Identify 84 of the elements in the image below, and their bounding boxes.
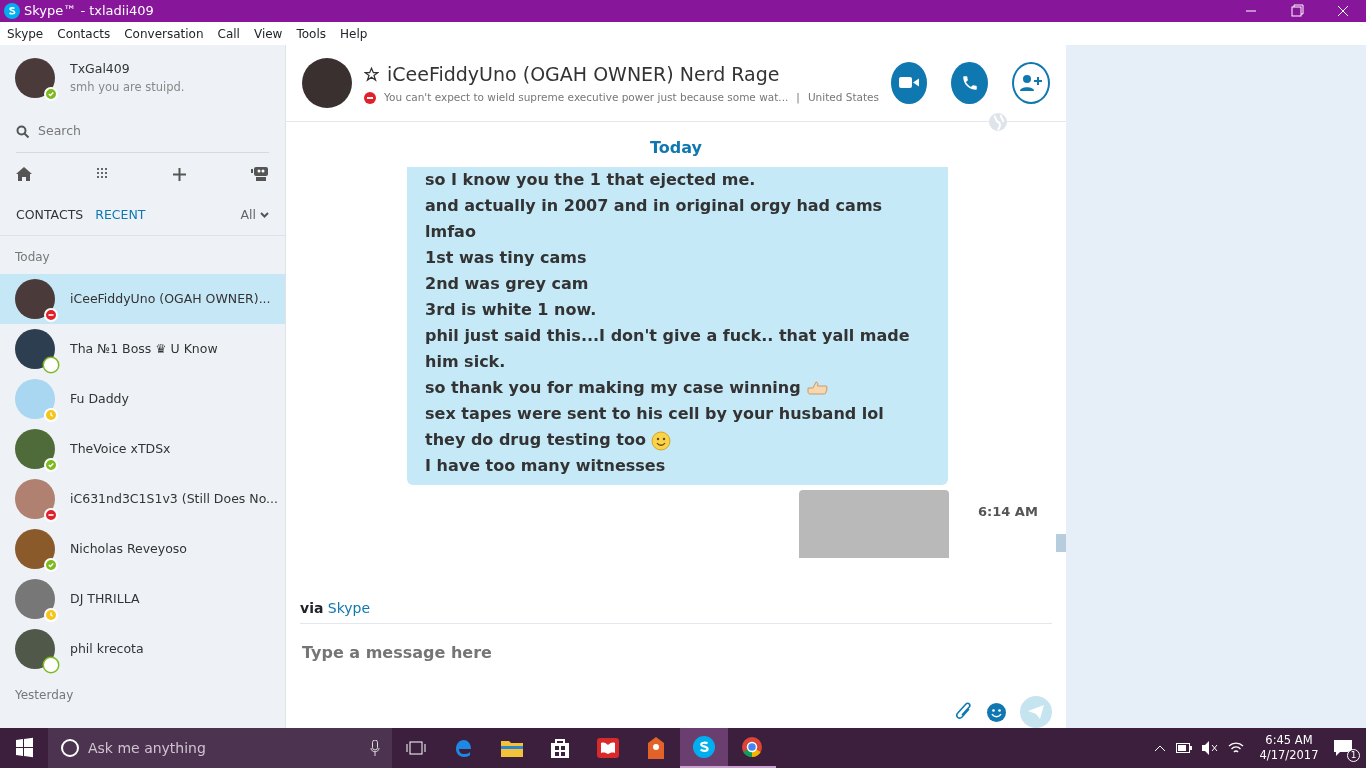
menu-item[interactable]: Skype: [0, 24, 51, 43]
phone-icon: [960, 73, 979, 92]
microphone-icon[interactable]: [370, 740, 380, 756]
separator-text: |: [796, 90, 800, 106]
star-icon[interactable]: [364, 66, 379, 82]
menu-item[interactable]: Conversation: [117, 24, 211, 43]
clock-time[interactable]: 6:45 AM: [1254, 733, 1324, 748]
message-text: I have too many witnesses: [425, 456, 666, 476]
add-contact-button[interactable]: [1012, 61, 1050, 104]
video-camera-icon: [899, 76, 920, 90]
menu-item[interactable]: Help: [333, 24, 375, 43]
search-icon: [16, 124, 30, 139]
cortana-circle-icon: [60, 738, 80, 758]
message-text: 2nd was grey cam: [425, 274, 589, 294]
message-text: phil just said this...I don't give a fuck.. that yall made him sick.: [425, 326, 910, 372]
menu-item[interactable]: Contacts: [50, 24, 118, 43]
skype-link[interactable]: Skype: [327, 600, 371, 617]
folder-icon[interactable]: [501, 739, 523, 757]
contact-item[interactable]: iC631nd3C1S1v3 (Still Does No...: [0, 474, 285, 524]
message-time: 6:14 AM: [978, 503, 1038, 522]
search-field[interactable]: Search: [16, 111, 269, 153]
avatar-photo[interactable]: [15, 58, 55, 98]
scrollbar-thumb[interactable]: [1056, 534, 1066, 553]
speaker-muted-icon[interactable]: [1202, 741, 1218, 755]
paperclip-icon[interactable]: [955, 702, 973, 722]
message-text: sex tapes were sent to his cell by your husband lol: [425, 404, 884, 424]
clock-date[interactable]: 4/17/2017: [1254, 748, 1324, 763]
chevron-up-icon[interactable]: [1154, 744, 1166, 752]
chevron-down-icon: [260, 212, 269, 218]
avatar-photo[interactable]: [302, 57, 352, 108]
contact-item[interactable]: DJ THRILLA: [0, 574, 285, 624]
mood-message: smh you are stuipd.: [70, 78, 185, 96]
home-icon[interactable]: [16, 167, 32, 181]
profile-name: TxGal409: [70, 60, 131, 78]
image-thumbnail[interactable]: [799, 490, 949, 559]
message-text: so thank you for making my case winning: [425, 378, 801, 398]
day-heading: Today: [650, 137, 702, 157]
battery-icon[interactable]: [1176, 743, 1192, 753]
wifi-icon[interactable]: [1228, 741, 1244, 755]
tab[interactable]: CONTACTS: [16, 205, 84, 225]
section-heading: Today: [14, 249, 51, 266]
message-text: 3rd is white 1 now.: [425, 300, 597, 320]
contact-item[interactable]: TheVoice xTDSx: [0, 424, 285, 474]
contact-item[interactable]: Nicholas Reveyoso: [0, 524, 285, 574]
chrome-logo-icon[interactable]: [741, 736, 763, 758]
thumbs-up-icon: [806, 380, 829, 397]
contact-item[interactable]: Tha №1 Boss ♛ U Know: [0, 324, 285, 374]
window-title: Skype™ - txladii409: [24, 2, 154, 21]
message-text: and actually in 2007 and in original orgy had cams: [425, 196, 883, 216]
via-label: via: [300, 600, 324, 617]
notification-count: 1: [1347, 749, 1360, 762]
video-call-button[interactable]: [891, 61, 928, 104]
plus-icon[interactable]: [172, 167, 186, 181]
menu-item[interactable]: Tools: [289, 24, 333, 43]
location-text: United States: [807, 90, 879, 106]
menu-item[interactable]: View: [246, 24, 290, 43]
contact-item[interactable]: iCeeFiddyUno (OGAH OWNER)...: [0, 274, 285, 324]
message-text: they do drug testing too: [425, 430, 646, 450]
smiley-icon: [651, 430, 672, 451]
skype-logo-icon[interactable]: [693, 736, 715, 758]
person-plus-icon: [1020, 74, 1042, 91]
e-letter-icon[interactable]: [454, 738, 474, 758]
contact-name: iCeeFiddyUno (OGAH OWNER) Nerd Rage: [387, 61, 780, 87]
paper-plane-icon: [1028, 705, 1044, 719]
message-text: so I know you the 1 that ejected me.: [425, 170, 756, 190]
search-box[interactable]: Ask me anything: [48, 728, 392, 768]
dialpad-icon[interactable]: [97, 168, 108, 180]
task-view-icon[interactable]: [406, 740, 426, 756]
book-icon[interactable]: [597, 738, 619, 758]
skype-logo-icon: [4, 3, 20, 19]
message-text: 1st was tiny cams: [425, 248, 587, 268]
mood-message: You can't expect to wield supreme executive power just because some wat...: [384, 90, 789, 106]
tab[interactable]: RECENT: [95, 205, 146, 225]
bot-icon[interactable]: [251, 166, 269, 182]
contact-item[interactable]: phil krecota: [0, 624, 285, 674]
menu-item[interactable]: Call: [210, 24, 247, 43]
contact-item[interactable]: Fu Daddy: [0, 374, 285, 424]
filter-dropdown[interactable]: All: [240, 205, 269, 225]
smiley-icon[interactable]: [987, 702, 1006, 722]
section-heading: Yesterday: [14, 687, 75, 704]
app-icon[interactable]: [646, 737, 666, 759]
call-button[interactable]: [951, 61, 988, 104]
message-text: lmfao: [425, 222, 476, 242]
shopping-bag-icon[interactable]: [550, 738, 570, 758]
